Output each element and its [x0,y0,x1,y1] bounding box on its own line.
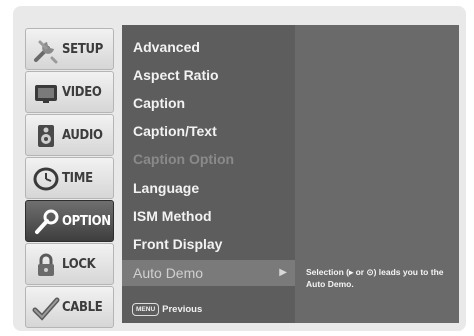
tab-label: AUDIO [62,128,103,143]
tab-label: SETUP [62,42,103,57]
tab-cable[interactable]: CABLE [25,286,114,328]
menu-item-ism-method[interactable]: ISM Method [122,203,295,229]
setup-icon [32,36,60,64]
tab-audio[interactable]: AUDIO [25,114,114,156]
tab-label: LOCK [62,257,96,272]
tab-label: CABLE [62,300,103,315]
tab-option[interactable]: OPTION [25,200,114,242]
footer-hint: MENU Previous [132,299,202,319]
tab-video[interactable]: VIDEO [25,71,114,113]
audio-icon [32,122,60,150]
option-icon [32,208,60,236]
previous-label: Previous [162,303,203,315]
tab-label: VIDEO [62,85,102,100]
menu-item-caption[interactable]: Caption [122,90,295,116]
menu-item-aspect-ratio[interactable]: Aspect Ratio [122,62,295,88]
menu-item-advanced[interactable]: Advanced [122,34,295,60]
help-text: Selection (▸ or ⊙) leads you to the Auto… [306,267,444,289]
video-icon [32,79,60,107]
cable-icon [32,294,60,322]
tab-lock[interactable]: LOCK [25,243,114,285]
tab-label: OPTION [62,214,111,229]
lock-icon [32,251,60,279]
menu-item-auto-demo[interactable]: Auto Demo ▶ [122,260,295,286]
tab-setup[interactable]: SETUP [25,28,114,70]
tab-label: TIME [62,171,93,186]
menu-item-language[interactable]: Language [122,175,295,201]
menu-key-icon: MENU [132,302,160,316]
menu-item-label: Auto Demo [133,265,204,281]
arrow-right-icon: ▶ [279,267,287,278]
menu-item-front-display[interactable]: Front Display [122,231,295,257]
menu-item-caption-text[interactable]: Caption/Text [122,118,295,144]
tab-time[interactable]: TIME [25,157,114,199]
menu-item-caption-option: Caption Option [133,151,235,167]
clock-icon [32,165,60,193]
